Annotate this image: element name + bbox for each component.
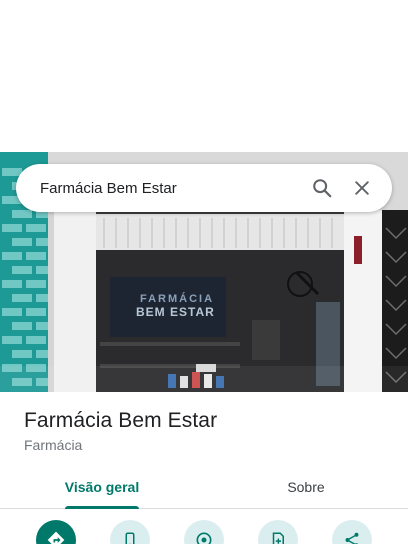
tab-about[interactable]: Sobre [204,466,408,508]
place-name: Farmácia Bem Estar [24,409,218,432]
search-bar[interactable]: Farmácia Bem Estar [16,164,392,212]
place-tabs: Visão geral Sobre [0,466,408,509]
search-input[interactable]: Farmácia Bem Estar [40,180,302,197]
nearby-button[interactable] [184,520,224,544]
phone-icon [125,532,135,544]
search-button[interactable] [302,168,342,208]
save-button[interactable] [258,520,298,544]
tab-overview[interactable]: Visão geral [0,466,204,509]
tab-about-label: Sobre [287,479,325,495]
directions-icon [47,531,65,544]
directions-button[interactable] [36,520,76,544]
active-tab-indicator [65,506,139,509]
close-icon [355,181,369,195]
share-button[interactable] [332,520,372,544]
sign-line-1: FARMÁCIA [140,292,214,305]
close-button[interactable] [342,168,382,208]
share-icon [345,532,359,544]
place-category[interactable]: Farmácia [24,437,82,453]
call-button[interactable] [110,520,150,544]
nearby-icon [196,532,212,544]
tab-overview-label: Visão geral [64,479,140,495]
save-icon [272,532,284,544]
place-page: FARMÁCIA BEM ESTAR Farmácia Bem Estar Fa… [0,0,408,544]
sign-line-2: BEM ESTAR [136,305,215,319]
search-icon [313,179,332,198]
action-buttons [0,520,408,544]
